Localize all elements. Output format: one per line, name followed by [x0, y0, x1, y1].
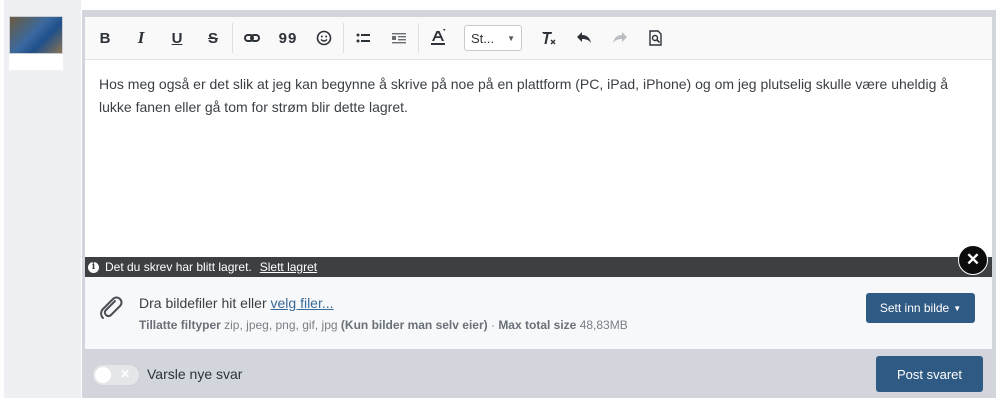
editor-toolbar: B I U S 99 St... ▼	[85, 17, 992, 60]
list-button[interactable]	[345, 17, 381, 59]
own-images-note: (Kun bilder man selv eier)	[340, 318, 488, 332]
style-select-value: St...	[471, 30, 495, 46]
chevron-down-icon: ▼	[507, 33, 515, 43]
redo-button[interactable]	[602, 17, 638, 59]
style-select[interactable]: St... ▼	[464, 25, 522, 51]
insert-image-label: Sett inn bilde	[879, 301, 950, 315]
align-icon	[392, 33, 406, 44]
undo-icon	[577, 32, 591, 43]
avatar-plate	[9, 54, 63, 70]
text-color-icon	[431, 29, 446, 45]
post-reply-label: Post svaret	[896, 366, 963, 382]
toggle-knob	[95, 367, 111, 383]
bullet-list-icon	[356, 33, 370, 43]
quote-icon: 99	[278, 29, 298, 47]
link-icon	[244, 34, 260, 42]
max-size-value: 48,83MB	[579, 318, 628, 332]
delete-draft-link[interactable]: Slett lagret	[260, 260, 317, 274]
bold-icon: B	[99, 29, 111, 47]
underline-button[interactable]: U	[159, 17, 195, 59]
avatar[interactable]	[9, 16, 63, 54]
link-button[interactable]	[234, 17, 270, 59]
close-icon[interactable]: ✕	[958, 245, 988, 275]
smilie-icon	[316, 30, 332, 46]
draft-saved-message: Det du skrev har blitt lagret.	[105, 260, 252, 274]
strikethrough-button[interactable]: S	[195, 17, 231, 59]
info-icon: i	[88, 261, 99, 273]
italic-button[interactable]: I	[123, 17, 159, 59]
max-size-label: Max total size	[498, 318, 577, 332]
draft-saved-bar: i Det du skrev har blitt lagret. Slett l…	[85, 257, 992, 277]
text-color-button[interactable]	[420, 17, 456, 59]
align-button[interactable]	[381, 17, 417, 59]
preview-icon	[649, 30, 662, 46]
preview-button[interactable]	[638, 17, 674, 59]
notify-toggle[interactable]: ✕	[92, 364, 140, 386]
choose-files-link[interactable]: velg filer...	[271, 295, 334, 311]
constraints-separator: ·	[490, 318, 495, 332]
toolbar-divider	[232, 23, 233, 53]
remove-format-button[interactable]	[530, 17, 566, 59]
upload-drop-text: Dra bildefiler hit eller	[139, 295, 267, 311]
toolbar-divider	[418, 23, 419, 53]
quote-button[interactable]: 99	[270, 17, 306, 59]
attachment-upload-area[interactable]: Dra bildefiler hit eller velg filer... T…	[85, 277, 992, 349]
toolbar-divider	[343, 23, 344, 53]
underline-icon: U	[171, 29, 183, 47]
italic-icon: I	[137, 28, 145, 47]
post-reply-button[interactable]: Post svaret	[876, 356, 983, 392]
bold-button[interactable]: B	[87, 17, 123, 59]
editor-content[interactable]: Hos meg også er det slik at jeg kan begy…	[99, 73, 979, 119]
toggle-off-icon: ✕	[120, 367, 131, 381]
insert-image-button[interactable]: Sett inn bilde ▼	[866, 293, 975, 323]
caret-down-icon: ▼	[953, 303, 962, 313]
notify-label: Varsle nye svar	[147, 366, 243, 382]
allowed-types-value: zip, jpeg, png, gif, jpg	[224, 318, 338, 332]
undo-button[interactable]	[566, 17, 602, 59]
allowed-types-label: Tillatte filtyper	[139, 318, 221, 332]
smilie-button[interactable]	[306, 17, 342, 59]
strikethrough-icon: S	[207, 29, 218, 47]
upload-instructions: Dra bildefiler hit eller velg filer...	[139, 295, 334, 311]
paperclip-icon	[100, 296, 123, 319]
remove-format-icon	[542, 32, 556, 45]
upload-constraints: Tillatte filtyper zip, jpeg, png, gif, j…	[139, 318, 628, 332]
redo-icon	[613, 32, 627, 43]
